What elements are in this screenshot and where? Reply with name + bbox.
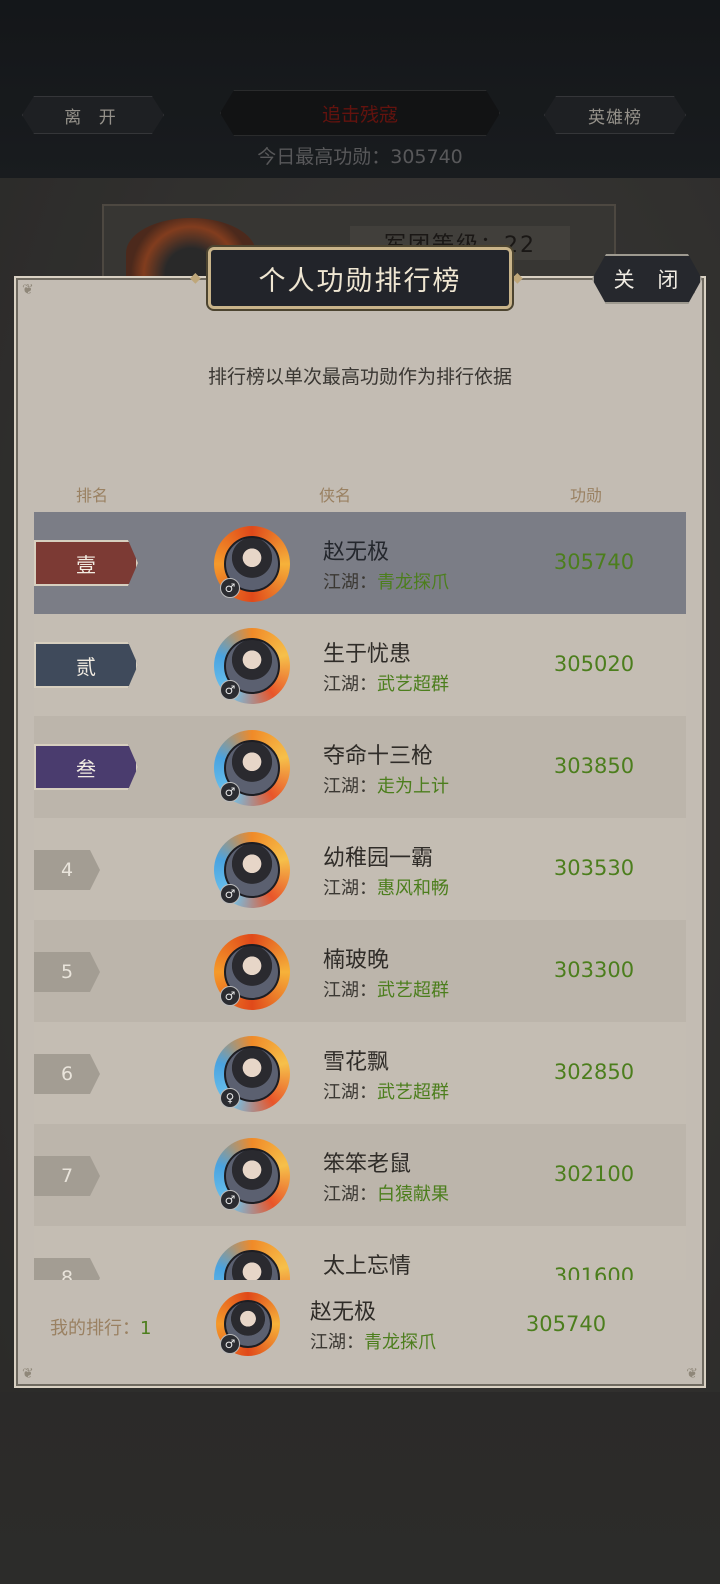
my-title: 江湖：青龙探爪 [310,1328,436,1354]
title-prefix: 江湖： [323,674,377,695]
female-icon: ♀ [220,1088,240,1108]
player-title: 江湖：走为上计 [323,772,449,798]
player-score: 302850 [553,1060,635,1084]
player-score: 303530 [553,856,635,880]
male-icon: ♂ [220,680,240,700]
my-rank-label: 我的排行：1 [50,1314,151,1340]
my-rank-number: 1 [140,1318,152,1339]
player-name: 赵无极 [323,540,390,565]
player-title: 江湖：武艺超群 [323,670,449,696]
player-name: 生于忧患 [323,642,412,667]
player-score: 303850 [553,754,635,778]
player-avatar[interactable]: ♂ [214,1138,290,1214]
player-name: 幼稚园一霸 [323,846,434,871]
male-icon: ♂ [220,1190,240,1210]
player-name: 笨笨老鼠 [323,1152,412,1177]
rank-number: 5 [34,952,100,992]
title-tag: 武艺超群 [377,674,449,695]
title-prefix: 江湖： [323,776,377,797]
my-avatar[interactable]: ♂ [216,1292,280,1356]
rank-badge: 叁 [34,744,138,790]
column-header-rank: 排名 [76,486,109,505]
title-tag: 惠风和畅 [377,878,449,899]
title-tag: 武艺超群 [377,980,449,1001]
title-tag: 青龙探爪 [364,1332,436,1353]
player-avatar[interactable]: ♀ [214,1036,290,1112]
title-tag: 走为上计 [377,776,449,797]
title-tag: 武艺超群 [377,1082,449,1103]
ranking-list[interactable]: 壹 ♂ 赵无极 江湖：青龙探爪 305740 贰 ♂ 生于忧患 江湖：武艺超群 305020 叁 ♂ 夺… [34,512,686,1280]
player-score: 305740 [553,550,635,574]
my-rank-row: 我的排行：1 ♂ 赵无极 江湖：青龙探爪 305740 [20,1270,700,1380]
title-ornament-icon: ◆ [512,270,523,286]
title-tag: 白猿献果 [377,1184,449,1205]
column-header-name: 侠名 [319,486,352,505]
ranking-row[interactable]: 7 ♂ 笨笨老鼠江湖：白猿献果 302100 [34,1124,686,1226]
player-name: 夺命十三枪 [323,744,434,769]
title-prefix: 江湖： [323,878,377,899]
male-icon: ♂ [220,578,240,598]
ranking-row[interactable]: 5 ♂ 楠玻晚江湖：武艺超群 303300 [34,920,686,1022]
column-header-score: 功勋 [570,486,603,505]
player-name: 雪花飘 [323,1050,390,1075]
close-button[interactable]: 关 闭 [592,254,702,304]
player-title: 江湖：武艺超群 [323,976,449,1002]
male-icon: ♂ [220,782,240,802]
ranking-row[interactable]: 4 ♂ 幼稚园一霸江湖：惠风和畅 303530 [34,818,686,920]
player-title: 江湖：武艺超群 [323,1078,449,1104]
player-avatar[interactable]: ♂ [214,934,290,1010]
player-title: 江湖：惠风和畅 [323,874,449,900]
player-avatar[interactable]: ♂ [214,730,290,806]
player-score: 305020 [553,652,635,676]
title-tag: 青龙探爪 [377,572,449,593]
male-icon: ♂ [220,986,240,1006]
title-prefix: 江湖： [323,1184,377,1205]
player-avatar[interactable]: ♂ [214,832,290,908]
corner-ornament-icon: ❦ [22,282,34,298]
rank-badge: 壹 [34,540,138,586]
ranking-row[interactable]: 6 ♀ 雪花飘江湖：武艺超群 302850 [34,1022,686,1124]
player-score: 303300 [553,958,635,982]
rank-number: 6 [34,1054,100,1094]
title-prefix: 江湖： [310,1332,364,1353]
player-avatar[interactable]: ♂ [214,526,290,602]
male-icon: ♂ [220,1334,240,1354]
my-name: 赵无极 [310,1300,377,1325]
my-score: 305740 [525,1312,607,1336]
modal-title: 个人功勋排行榜 [208,247,512,309]
my-rank-text: 我的排行： [50,1318,140,1339]
player-name: 楠玻晚 [323,948,390,973]
rank-badge: 贰 [34,642,138,688]
ranking-row[interactable]: 叁 ♂ 夺命十三枪江湖：走为上计 303850 [34,716,686,818]
ranking-row[interactable]: 贰 ♂ 生于忧患江湖：武艺超群 305020 [34,614,686,716]
ranking-description: 排行榜以单次最高功勋作为排行依据 [207,366,512,388]
title-ornament-icon: ◆ [190,270,201,286]
title-prefix: 江湖： [323,980,377,1001]
player-score: 302100 [553,1162,635,1186]
title-prefix: 江湖： [323,572,377,593]
rank-number: 7 [34,1156,100,1196]
title-prefix: 江湖： [323,1082,377,1103]
player-title: 江湖：青龙探爪 [323,568,449,594]
rank-number: 4 [34,850,100,890]
player-title: 江湖：白猿献果 [323,1180,449,1206]
male-icon: ♂ [220,884,240,904]
ranking-row[interactable]: 壹 ♂ 赵无极江湖：青龙探爪 305740 [34,512,686,614]
player-avatar[interactable]: ♂ [214,628,290,704]
